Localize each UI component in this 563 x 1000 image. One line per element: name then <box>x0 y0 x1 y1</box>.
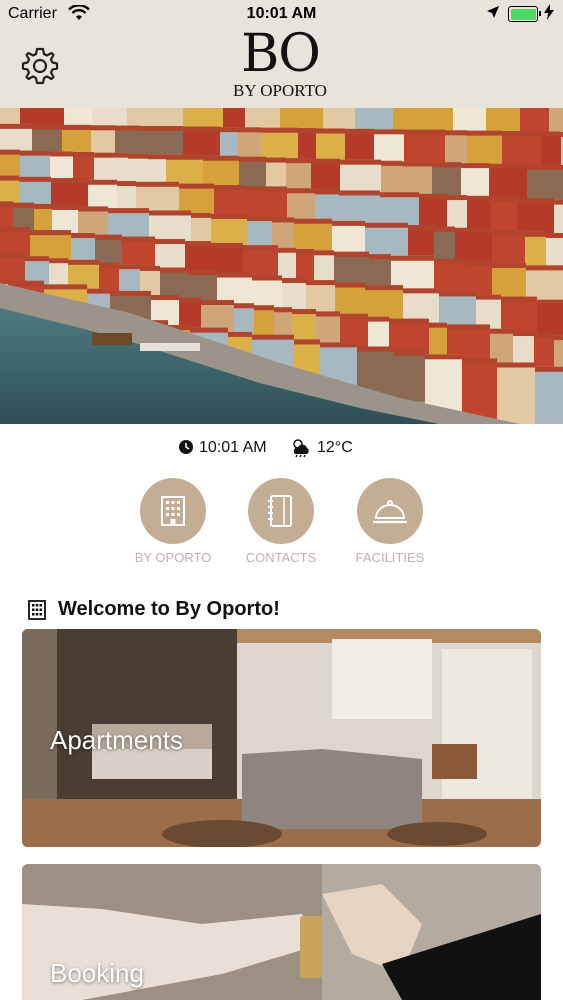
booking-card[interactable]: Booking <box>22 864 541 1000</box>
contacts-label[interactable]: CONTACTS <box>226 550 336 565</box>
battery-level <box>510 8 536 20</box>
by-oporto-button[interactable] <box>140 478 206 544</box>
service-bell-icon <box>373 500 407 524</box>
contacts-button[interactable] <box>248 478 314 544</box>
clock-icon <box>179 440 193 459</box>
building-icon <box>28 600 46 625</box>
logo-subtitle: BY OPORTO <box>233 81 327 100</box>
logo-initials: BO <box>241 24 321 84</box>
apartments-label: Apartments <box>50 725 183 755</box>
apartments-card[interactable]: Apartments <box>22 629 541 847</box>
temperature: 12°C <box>317 439 353 456</box>
hero-image <box>0 108 563 424</box>
building-icon <box>161 496 185 526</box>
brand-logo: BO BY OPORTO <box>230 28 330 106</box>
booking-label: Booking <box>50 958 144 988</box>
status-time: 10:01 AM <box>246 5 317 22</box>
by-oporto-label[interactable]: BY OPORTO <box>118 550 228 565</box>
contacts-book-icon <box>268 495 292 527</box>
section-title: Welcome to By Oporto! <box>58 598 280 620</box>
weather-cloud-icon <box>290 438 312 463</box>
current-time: 10:01 AM <box>199 439 267 456</box>
info-bar: 10:01 AM 12°C <box>0 436 563 460</box>
charging-bolt-icon <box>544 4 554 24</box>
facilities-label[interactable]: FACILITIES <box>335 550 445 565</box>
app-header: Carrier 10:01 AM BO BY OPORTO <box>0 0 563 108</box>
location-arrow-icon <box>486 5 500 24</box>
battery-icon <box>508 6 541 22</box>
gear-icon[interactable] <box>20 46 60 86</box>
facilities-button[interactable] <box>357 478 423 544</box>
